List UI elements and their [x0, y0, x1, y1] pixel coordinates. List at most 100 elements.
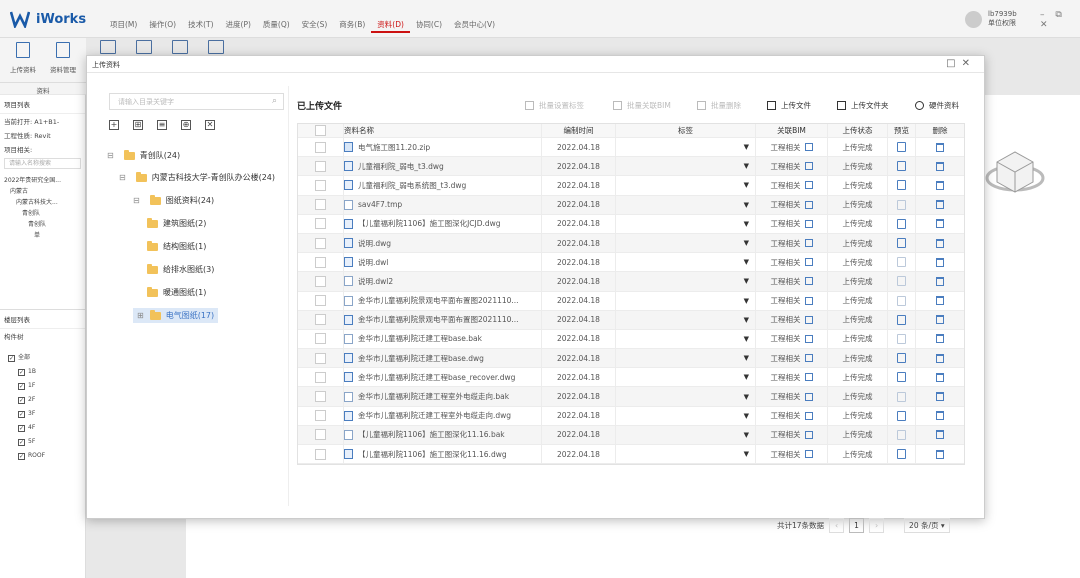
next-page-button[interactable]: ›	[869, 518, 885, 533]
row-checkbox[interactable]	[315, 218, 326, 230]
link-icon[interactable]	[804, 296, 813, 305]
grid-icon[interactable]	[172, 40, 188, 54]
project-tree-item[interactable]: 2022年贵研究全国...	[0, 175, 85, 186]
row-checkbox[interactable]	[315, 410, 326, 422]
row-checkbox[interactable]	[315, 275, 326, 287]
floor-item[interactable]: ✓ 5F	[0, 435, 85, 449]
tag-select[interactable]: ▼	[616, 349, 756, 368]
avatar[interactable]	[965, 10, 982, 28]
preview-icon[interactable]	[897, 449, 906, 460]
row-checkbox[interactable]	[315, 160, 326, 172]
trash-icon[interactable]	[936, 257, 944, 267]
user-info[interactable]: lb7939b 单位权限	[965, 10, 1017, 28]
row-checkbox[interactable]	[315, 314, 326, 326]
preview-icon[interactable]	[897, 142, 906, 153]
menu-item[interactable]: 商务(B)	[333, 17, 371, 33]
link-icon[interactable]	[804, 258, 813, 267]
tag-select[interactable]: ▼	[616, 195, 756, 214]
directory-search-input[interactable]: 请输入目录关键字 ⌕	[109, 93, 284, 110]
hardware-button[interactable]: 硬件资料	[915, 100, 959, 111]
trash-icon[interactable]	[936, 161, 944, 171]
table-row[interactable]: 金华市儿童福利院迁建工程base_recover.dwg 2022.04.18 ▼ 工…	[298, 368, 964, 388]
tree-level1[interactable]: ⊟ 内蒙古科技大学-青创队办公楼(24)	[119, 170, 275, 185]
floor-item[interactable]: ✓ ROOF	[0, 449, 85, 463]
link-icon[interactable]	[804, 200, 813, 209]
table-row[interactable]: 说明.dwl2 2022.04.18 ▼ 工程相关 上传完成	[298, 272, 964, 292]
link-icon[interactable]	[804, 411, 813, 420]
row-checkbox[interactable]	[315, 295, 326, 307]
current-page[interactable]: 1	[849, 518, 865, 533]
table-row[interactable]: 金华市儿童福利院迁建工程室外电缆走向.bak 2022.04.18 ▼ 工程相关 上传完…	[298, 387, 964, 407]
batch-bim-button[interactable]: 批量关联BIM	[613, 100, 671, 111]
tree-level2[interactable]: ⊟ 图纸资料(24)	[133, 193, 214, 208]
trash-icon[interactable]	[936, 219, 944, 229]
trash-icon[interactable]	[936, 296, 944, 306]
menu-item[interactable]: 资料(D)	[371, 17, 410, 33]
preview-icon[interactable]	[897, 410, 906, 421]
floor-item[interactable]: ✓ 1B	[0, 365, 85, 379]
row-checkbox[interactable]	[315, 333, 326, 345]
tree-child-folder[interactable]: 给排水图纸(3)	[147, 262, 214, 277]
doc-icon[interactable]	[136, 40, 152, 54]
menu-item[interactable]: 协同(C)	[410, 17, 448, 33]
floor-checkbox[interactable]: ✓	[18, 383, 25, 390]
project-tree-item[interactable]: 内蒙古科技大...	[0, 197, 85, 208]
link-icon[interactable]	[804, 392, 813, 401]
table-row[interactable]: 电气施工图11.20.zip 2022.04.18 ▼ 工程相关 上传完成	[298, 138, 964, 158]
trash-icon[interactable]	[936, 200, 944, 210]
trash-icon[interactable]	[936, 411, 944, 421]
tag-select[interactable]: ▼	[616, 310, 756, 329]
floor-checkbox[interactable]: ✓	[8, 355, 15, 362]
row-checkbox[interactable]	[315, 371, 326, 383]
trash-icon[interactable]	[936, 276, 944, 286]
table-row[interactable]: 金华市儿童福利院景观电平面布置图2021110... 2022.04.18 ▼ 工程相…	[298, 310, 964, 330]
add-folder-icon[interactable]: ⊕	[181, 120, 191, 130]
table-row[interactable]: 【儿童福利院1106】施工图深化11.16.bak 2022.04.18 ▼ 工程相关…	[298, 425, 964, 445]
table-row[interactable]: 金华市儿童福利院景观电平面布置图2021110... 2022.04.18 ▼ 工程相…	[298, 291, 964, 311]
tag-select[interactable]: ▼	[616, 233, 756, 253]
tree-child-folder[interactable]: 结构图纸(1)	[147, 239, 206, 254]
link-icon[interactable]	[804, 315, 813, 324]
tree-child-folder[interactable]: ⊞ 电气图纸(17)	[133, 308, 219, 323]
trash-icon[interactable]	[936, 334, 944, 344]
link-icon[interactable]	[804, 181, 813, 190]
table-row[interactable]: 金华市儿童福利院迁建工程base.bak 2022.04.18 ▼ 工程相关 上传完成	[298, 329, 964, 350]
tag-select[interactable]: ▼	[616, 138, 756, 157]
trash-icon[interactable]	[936, 315, 944, 325]
floor-checkbox[interactable]: ✓	[18, 369, 25, 376]
view-cube-icon[interactable]	[985, 140, 1045, 200]
preview-icon[interactable]	[897, 276, 906, 287]
project-tree-item[interactable]: 内蒙古	[0, 186, 85, 197]
preview-icon[interactable]	[897, 429, 906, 440]
menu-item[interactable]: 进度(P)	[220, 17, 257, 33]
tag-select[interactable]: ▼	[616, 425, 756, 444]
dialog-controls[interactable]: □✕	[946, 58, 976, 69]
floor-item[interactable]: ✓ 4F	[0, 421, 85, 435]
building-icon[interactable]	[208, 40, 224, 54]
upload-folder-button[interactable]: 上传文件夹	[837, 100, 889, 111]
project-tree-item[interactable]: 青创队	[0, 208, 85, 219]
floor-item[interactable]: ✓ 3F	[0, 407, 85, 421]
tag-select[interactable]: ▼	[616, 214, 756, 233]
trash-icon[interactable]	[936, 180, 944, 190]
row-checkbox[interactable]	[315, 429, 326, 441]
remove-icon[interactable]: ✕	[205, 120, 215, 130]
tag-select[interactable]: ▼	[616, 445, 756, 464]
preview-icon[interactable]	[897, 218, 906, 229]
menu-item[interactable]: 技术(T)	[182, 17, 219, 33]
menu-item[interactable]: 操作(O)	[143, 17, 182, 33]
batch-delete-button[interactable]: 批量删除	[697, 100, 741, 111]
preview-icon[interactable]	[897, 353, 906, 364]
menu-item[interactable]: 质量(Q)	[257, 17, 296, 33]
floor-checkbox[interactable]: ✓	[18, 425, 25, 432]
collapse-icon[interactable]: ≡	[157, 120, 167, 130]
search-icon[interactable]: ⌕	[272, 96, 277, 106]
table-row[interactable]: 金华市儿童福利院迁建工程base.dwg 2022.04.18 ▼ 工程相关 上传完成	[298, 349, 964, 369]
trash-icon[interactable]	[936, 238, 944, 248]
project-search-input[interactable]: 请输入名称搜索	[4, 158, 81, 169]
trash-icon[interactable]	[936, 449, 944, 459]
floor-checkbox[interactable]: ✓	[18, 397, 25, 404]
table-row[interactable]: 金华市儿童福利院迁建工程室外电缆走向.dwg 2022.04.18 ▼ 工程相关 上传完…	[298, 406, 964, 426]
link-icon[interactable]	[804, 373, 813, 382]
link-icon[interactable]	[804, 162, 813, 171]
